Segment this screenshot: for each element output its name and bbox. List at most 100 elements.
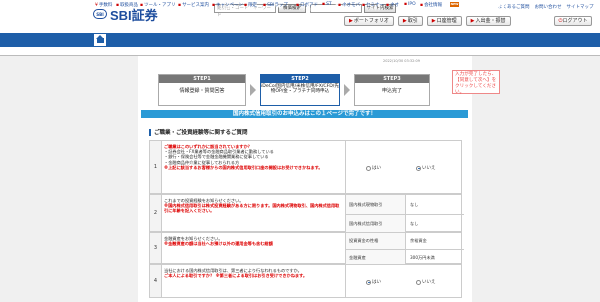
answer-label: 国内株式信用取引 bbox=[346, 215, 406, 233]
subnav-label: ネオ bbox=[390, 3, 400, 8]
arrow-icon: ▶ bbox=[349, 18, 353, 24]
answer-value[interactable]: 300万円未満 bbox=[410, 250, 435, 265]
radio-dot bbox=[366, 165, 371, 171]
section-title-text: ご職業・ご投資経験等に関するご質問 bbox=[154, 130, 248, 136]
question-row-1: 1 ご職業はこのいずれかに該当されていますか？ ・証券会社・FX業者等の金融商品… bbox=[149, 140, 462, 194]
step-label: STEP1 bbox=[159, 75, 245, 83]
question-number: 2 bbox=[150, 195, 162, 231]
sub-nav bbox=[0, 47, 600, 56]
subnav-st[interactable]: ▪ST bbox=[322, 2, 332, 7]
subnav-fees[interactable]: ¥手数料 bbox=[95, 2, 112, 8]
gift-icon: ▪ bbox=[212, 3, 216, 8]
arrow-icon: ▶ bbox=[402, 18, 407, 24]
sitemap-link[interactable]: サイトマップ bbox=[567, 4, 594, 10]
nav-insurance[interactable]: 保険 bbox=[488, 0, 510, 14]
subnav-ipo[interactable]: ▪IPO bbox=[404, 2, 416, 7]
answer-value[interactable]: なし bbox=[410, 215, 418, 233]
box-icon: ▪ bbox=[116, 3, 120, 8]
radio-dot-selected bbox=[366, 279, 371, 285]
subnav-wrap[interactable]: ▪SBIラップ bbox=[263, 2, 288, 8]
subnav-neomobile[interactable]: ▪ネオモバ bbox=[338, 2, 360, 8]
nav-label: 銀行 bbox=[469, 3, 481, 10]
radio-dot-selected bbox=[416, 165, 421, 171]
home-icon-body bbox=[97, 38, 104, 43]
ipo-icon: ▪ bbox=[404, 2, 408, 7]
nav-bank[interactable]: 銀行 bbox=[464, 0, 486, 14]
side-note: 入力が完了したら、【同意して次へ】をクリックしてください。 bbox=[452, 70, 500, 95]
account-label: 口座管理 bbox=[436, 18, 457, 24]
yen-icon: ¥ bbox=[95, 3, 98, 8]
step-body: 情報登録・質問回答 bbox=[179, 88, 225, 94]
logout-button[interactable]: ⏻ログアウト bbox=[554, 16, 592, 26]
deposit-button[interactable]: ▶入出金・振替 bbox=[465, 16, 511, 26]
subnav-label: ロボアド bbox=[300, 3, 319, 8]
home-button[interactable] bbox=[93, 33, 107, 47]
answer-label: 投資資金の性格 bbox=[346, 233, 406, 249]
answer-subrow: 国内株式信用取引 なし bbox=[346, 214, 464, 233]
subnav-roboad[interactable]: ▪ロボアド bbox=[296, 2, 318, 8]
step-1: STEP1 情報登録・質問回答 bbox=[158, 74, 246, 106]
subnav-label: キャンペーン bbox=[216, 3, 243, 8]
account-button[interactable]: ▶口座管理 bbox=[426, 16, 462, 26]
section-title: ご職業・ご投資経験等に関するご質問 bbox=[149, 128, 248, 136]
radio-label: いいえ bbox=[422, 166, 436, 171]
step-body: iDeCo/国内信用/米株信用/FX/CFD/先物OP/金・プラチナ同時申込 bbox=[261, 84, 339, 95]
subnav-tools[interactable]: ▪ツール・アプリ bbox=[140, 2, 176, 8]
step-3: STEP3 申込完了 bbox=[354, 74, 430, 106]
subnav-label: 取扱商品 bbox=[120, 3, 139, 8]
trade-button[interactable]: ▶取引 bbox=[397, 16, 423, 26]
mobile-icon: ▪ bbox=[338, 3, 342, 8]
deposit-label: 入出金・振替 bbox=[475, 18, 506, 24]
radio-yes[interactable]: はい bbox=[366, 279, 381, 285]
arrow-icon: ▶ bbox=[431, 18, 436, 24]
question-row-2: 2 これまでの投資経験をお知らせください。 ※国内株式信用取引は株式投資経験があ… bbox=[149, 194, 464, 233]
subnav-label: サービス案内 bbox=[182, 3, 210, 8]
info-icon: ▪ bbox=[178, 3, 182, 8]
question-warning: ご本人による取引ですか？ ※第三者による取引はお引き受けできかねます。 bbox=[164, 273, 308, 279]
question-text: 当社における国内株式信用取引は、第三者により行なわれるものですか。 ご本人による… bbox=[164, 268, 342, 278]
question-row-4: 4 当社における国内株式信用取引は、第三者により行なわれるものですか。 ご本人に… bbox=[149, 264, 462, 298]
question-number: 1 bbox=[150, 141, 162, 193]
radio-no[interactable]: いいえ bbox=[416, 279, 436, 285]
answer-cell: 投資資金の性格 余裕資金 金融資産 300万円未満 bbox=[345, 233, 464, 265]
subnav-label: セミナー bbox=[366, 3, 385, 8]
neo-icon: ▪ bbox=[386, 3, 390, 8]
question-number: 4 bbox=[150, 265, 162, 297]
logo-mark: SBI bbox=[93, 9, 107, 19]
wrap-icon: ▪ bbox=[263, 3, 267, 8]
subnav-products[interactable]: ▪取扱商品 bbox=[116, 2, 138, 8]
subnav-campaign[interactable]: ▪キャンペーン bbox=[212, 2, 243, 8]
answer-label: 金融資産 bbox=[346, 250, 406, 265]
contact-link[interactable]: お問い合わせ bbox=[535, 4, 562, 10]
radio-no[interactable]: いいえ bbox=[416, 165, 436, 171]
company-icon: ▪ bbox=[420, 3, 424, 8]
section-bar bbox=[149, 128, 151, 136]
subnav-seminar[interactable]: ▪セミナー bbox=[362, 2, 384, 8]
subnav-limited[interactable]: ▪限定 bbox=[244, 2, 257, 8]
tool-icon: ▪ bbox=[140, 3, 144, 8]
radio-yes[interactable]: はい bbox=[366, 165, 381, 171]
answer-subrow: 国内株式現物取引 なし bbox=[346, 195, 464, 214]
radio-label: いいえ bbox=[422, 280, 436, 285]
radio-dot bbox=[416, 279, 421, 285]
subnav-label: 手数料 bbox=[98, 3, 113, 8]
answer-cell: はい いいえ bbox=[345, 141, 463, 193]
step-label: STEP3 bbox=[355, 75, 429, 83]
answer-value[interactable]: 余裕資金 bbox=[410, 233, 427, 249]
portfolio-button[interactable]: ▶ポートフォリオ bbox=[344, 16, 394, 26]
subnav-label: ネオモバ bbox=[342, 3, 361, 8]
subnav-neo[interactable]: ▪ネオ bbox=[386, 2, 399, 8]
subnav-services[interactable]: ▪サービス案内 bbox=[178, 2, 209, 8]
subnav-company[interactable]: ▪会社情報 bbox=[420, 2, 442, 8]
radio-label: はい bbox=[372, 166, 381, 171]
step-label: STEP2 bbox=[261, 75, 339, 83]
question-row-3: 3 金融資産をお知らせください。 ※金融資産の額は当社へお預け以外の運用金等も含… bbox=[149, 232, 464, 265]
banner: 国内株式信用取引のお申込みはこの１ページで完了です！ bbox=[141, 110, 468, 118]
logout-label: ログアウト bbox=[562, 18, 588, 24]
question-text: ご職業はこのいずれかに該当されていますか？ ・証券会社・FX業者等の金融商品取引… bbox=[164, 144, 342, 170]
question-warning: ※上記に該当するお客様からの国内株式信用取引口座の開設はお受けできかねます。 bbox=[164, 164, 323, 170]
answer-cell: はい いいえ bbox=[345, 265, 463, 297]
answer-value[interactable]: なし bbox=[410, 195, 418, 214]
answer-subrow: 投資資金の性格 余裕資金 bbox=[346, 233, 464, 249]
question-warning: ※金融資産の額は当社へお預け以外の運用金等も含む総額 bbox=[164, 241, 273, 247]
